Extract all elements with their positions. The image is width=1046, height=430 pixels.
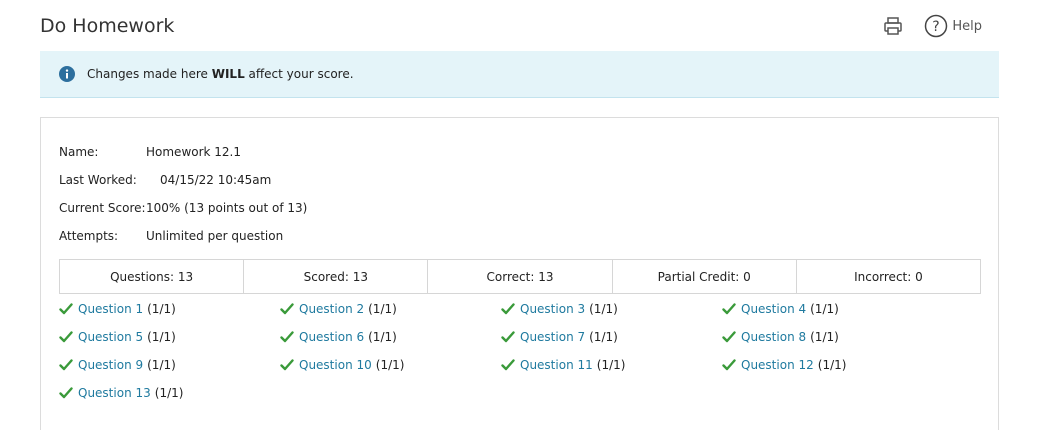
question-item: Question 6 (1/1) [280, 327, 397, 347]
checkmark-icon [722, 358, 736, 372]
question-item: Question 12 (1/1) [722, 355, 846, 375]
help-label: Help [952, 18, 982, 34]
question-score: (1/1) [810, 302, 839, 316]
question-score: (1/1) [147, 358, 176, 372]
question-score: (1/1) [817, 358, 847, 372]
question-link[interactable]: Question 8 [741, 330, 806, 344]
printer-icon[interactable] [882, 15, 904, 37]
question-item: Question 4 (1/1) [722, 299, 839, 319]
detail-value: Unlimited per question [146, 229, 284, 243]
question-link[interactable]: Question 4 [741, 302, 806, 316]
question-item: Question 8 (1/1) [722, 327, 839, 347]
checkmark-icon [722, 330, 736, 344]
summary-cell: Partial Credit: 0 [613, 260, 797, 293]
checkmark-icon [501, 330, 515, 344]
question-link[interactable]: Question 9 [78, 358, 143, 372]
checkmark-icon [59, 386, 73, 400]
question-score: (1/1) [589, 302, 618, 316]
question-item: Question 13 (1/1) [59, 383, 183, 403]
detail-label: Attempts: [59, 229, 119, 243]
checkmark-icon [501, 358, 515, 372]
question-score: (1/1) [589, 330, 618, 344]
detail-row: Attempts: Unlimited per question [59, 222, 307, 250]
question-link[interactable]: Question 10 [299, 358, 372, 372]
checkmark-icon [59, 330, 73, 344]
question-link[interactable]: Question 1 [78, 302, 143, 316]
checkmark-icon [280, 330, 294, 344]
question-item: Question 1 (1/1) [59, 299, 176, 319]
question-score: (1/1) [154, 386, 184, 400]
question-score: (1/1) [147, 302, 176, 316]
question-score: (1/1) [596, 358, 626, 372]
question-link[interactable]: Question 13 [78, 386, 151, 400]
question-link[interactable]: Question 6 [299, 330, 364, 344]
question-item: Question 10 (1/1) [280, 355, 404, 375]
checkmark-icon [280, 358, 294, 372]
homework-page: Do Homework ? Help Changes made here WIL… [0, 0, 1046, 430]
detail-row: Last Worked: 04/15/22 10:45am [59, 166, 307, 194]
score-summary-table: Questions: 13 Scored: 13 Correct: 13 Partia… [59, 259, 981, 294]
detail-row: Name: Homework 12.1 [59, 138, 307, 166]
summary-cell: Incorrect: 0 [854, 269, 923, 284]
question-item: Question 2 (1/1) [280, 299, 397, 319]
question-link[interactable]: Question 2 [299, 302, 364, 316]
header-tools: ? Help [882, 14, 982, 38]
summary-cell: Questions: 13 [60, 260, 245, 293]
summary-cell: Scored: 13 [244, 260, 429, 293]
question-score: (1/1) [368, 302, 397, 316]
question-link[interactable]: Question 11 [520, 358, 593, 372]
question-score: (1/1) [810, 330, 839, 344]
detail-label: Current Score: [59, 201, 146, 215]
question-item: Question 3 (1/1) [501, 299, 618, 319]
checkmark-icon [722, 302, 736, 316]
question-link[interactable]: Question 3 [520, 302, 585, 316]
question-score: (1/1) [368, 330, 397, 344]
detail-label: Last Worked: [59, 173, 137, 187]
homework-details: Name: Homework 12.1 Last Worked: 04/15/22 1… [59, 138, 307, 250]
page-title: Do Homework [40, 15, 175, 37]
homework-panel: Name: Homework 12.1 Last Worked: 04/15/22 1… [40, 117, 999, 430]
question-item: Question 7 (1/1) [501, 327, 618, 347]
svg-text:?: ? [933, 19, 940, 35]
question-circle-icon: ? [924, 14, 948, 38]
detail-value: 100% (13 points out of 13) [146, 201, 308, 215]
checkmark-icon [59, 302, 73, 316]
detail-value: Homework 12.1 [146, 145, 242, 159]
checkmark-icon [501, 302, 515, 316]
question-item: Question 11 (1/1) [501, 355, 625, 375]
detail-label: Name: [59, 145, 99, 159]
help-button[interactable]: ? Help [924, 14, 982, 38]
info-banner-bold: WILL [211, 67, 245, 81]
question-score: (1/1) [147, 330, 176, 344]
summary-cell: Correct: 13 [428, 260, 613, 293]
question-item: Question 5 (1/1) [59, 327, 176, 347]
question-link[interactable]: Question 7 [520, 330, 585, 344]
info-banner: Changes made here WILL affect your score… [40, 51, 999, 98]
question-score: (1/1) [375, 358, 405, 372]
question-link[interactable]: Question 12 [741, 358, 814, 372]
question-link[interactable]: Question 5 [78, 330, 143, 344]
question-item: Question 9 (1/1) [59, 355, 176, 375]
checkmark-icon [59, 358, 73, 372]
checkmark-icon [280, 302, 294, 316]
info-icon [59, 66, 75, 82]
detail-value: 04/15/22 10:45am [160, 173, 272, 187]
info-banner-text: Changes made here WILL affect your score… [87, 67, 354, 81]
detail-row: Current Score: 100% (13 points out of 13) [59, 194, 307, 222]
